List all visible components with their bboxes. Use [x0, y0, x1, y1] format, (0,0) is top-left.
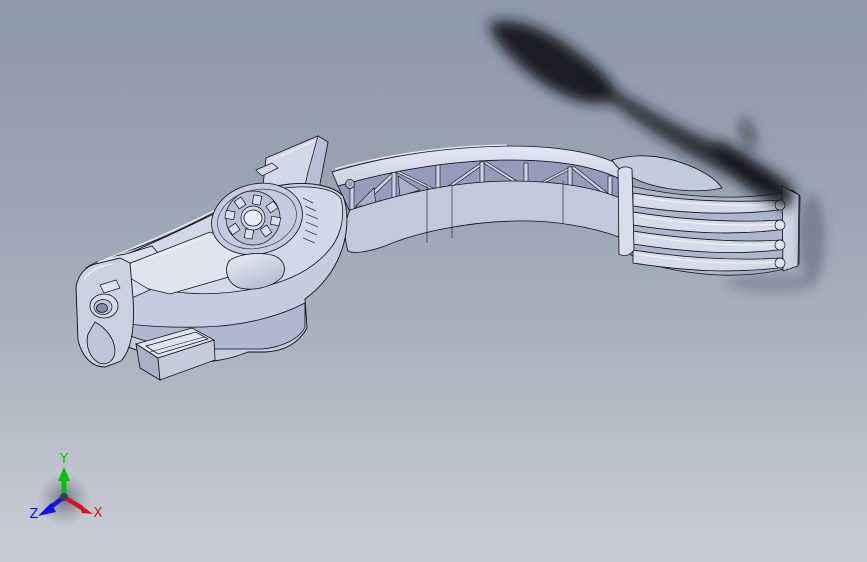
- model-canvas[interactable]: Y Z X: [0, 0, 867, 562]
- mounting-bracket[interactable]: [75, 257, 134, 368]
- bracket-hole: [96, 303, 108, 313]
- pedal-arm[interactable]: [331, 144, 626, 253]
- shadow-wisp: [739, 118, 755, 152]
- y-axis-label: Y: [59, 452, 68, 467]
- x-axis-label: X: [94, 506, 103, 521]
- pad-left-rail: [617, 166, 635, 257]
- triad-origin-sphere: [60, 493, 68, 501]
- arm-pivot-hole-inner: [348, 182, 352, 186]
- cad-viewport[interactable]: Y Z X: [0, 0, 867, 562]
- z-axis-label: Z: [30, 507, 39, 522]
- axis-triad: Y Z X: [30, 452, 103, 526]
